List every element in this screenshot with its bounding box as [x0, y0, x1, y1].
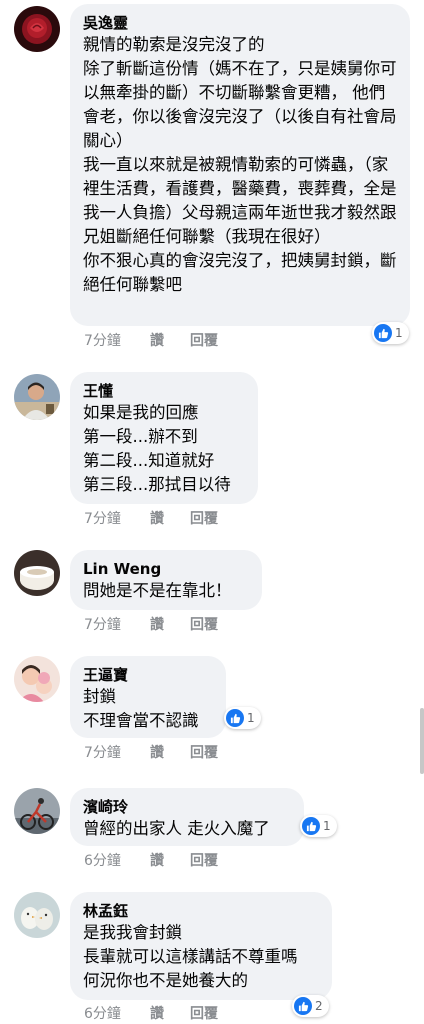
reply-button[interactable]: 回覆	[190, 508, 218, 528]
comment-text: 是我我會封鎖 長輩就可以這樣講話不尊重嗎 何況你也不是她養大的	[83, 923, 298, 990]
man-portrait-avatar-image	[14, 374, 60, 420]
reply-button[interactable]: 回覆	[190, 614, 218, 634]
like-button[interactable]: 讚	[150, 850, 190, 870]
avatar[interactable]	[14, 6, 60, 52]
thumbs-up-icon	[302, 817, 320, 835]
reaction-count[interactable]: 1	[372, 322, 409, 344]
comment-time[interactable]: 7分鐘	[84, 614, 150, 634]
comment-text: 問她是不是在靠北！	[83, 581, 232, 600]
comment-text: 親情的勒索是沒完沒了的 除了斬斷這份情（媽不在了，只是姨舅你可以無牽掛的斷）不切…	[83, 35, 397, 294]
reaction-count-label: 1	[247, 711, 255, 725]
avatar[interactable]	[14, 374, 60, 420]
comment-actions: 6分鐘 讚 回覆	[84, 1003, 218, 1023]
comment-bubble: Lin Weng 問她是不是在靠北！	[70, 550, 262, 610]
like-button[interactable]: 讚	[150, 614, 190, 634]
comment-bubble: 王逼寶 封鎖 不理會當不認識	[70, 656, 226, 738]
comment-bubble: 濱崎玲 曾經的出家人 走火入魔了	[70, 788, 304, 846]
avatar[interactable]	[14, 788, 60, 834]
like-button[interactable]: 讚	[150, 330, 190, 350]
comment-text: 封鎖 不理會當不認識	[83, 687, 199, 730]
children-avatar-image	[14, 656, 60, 702]
cake-avatar-image	[14, 550, 60, 596]
reply-button[interactable]: 回覆	[190, 1003, 218, 1023]
thumbs-up-icon	[374, 324, 392, 342]
commenter-name[interactable]: 王懂	[83, 381, 246, 401]
comment-time[interactable]: 7分鐘	[84, 742, 150, 762]
comment-actions: 7分鐘 讚 回覆	[84, 742, 218, 762]
comment-time[interactable]: 6分鐘	[84, 850, 150, 870]
reaction-count-label: 2	[315, 999, 323, 1013]
comment-text: 曾經的出家人 走火入魔了	[83, 819, 270, 838]
commenter-name[interactable]: Lin Weng	[83, 559, 250, 579]
comment-bubble: 王懂 如果是我的回應 第一段...辦不到 第二段...知道就好 第三段...那拭…	[70, 372, 258, 504]
scrollbar[interactable]	[420, 708, 424, 774]
comment-text: 如果是我的回應 第一段...辦不到 第二段...知道就好 第三段...那拭目以待	[83, 403, 231, 494]
like-button[interactable]: 讚	[150, 508, 190, 528]
commenter-name[interactable]: 林孟鈺	[83, 901, 320, 921]
reply-button[interactable]: 回覆	[190, 742, 218, 762]
avatar[interactable]	[14, 892, 60, 938]
comment-bubble: 林孟鈺 是我我會封鎖 長輩就可以這樣講話不尊重嗎 何況你也不是她養大的	[70, 892, 332, 1000]
commenter-name[interactable]: 濱崎玲	[83, 797, 292, 817]
reaction-count-label: 1	[323, 819, 331, 833]
comment-time[interactable]: 7分鐘	[84, 508, 150, 528]
cyclist-avatar-image	[14, 788, 60, 834]
reaction-count-label: 1	[395, 326, 403, 340]
avatar[interactable]	[14, 656, 60, 702]
thumbs-up-icon	[226, 709, 244, 727]
commenter-name[interactable]: 吳逸靈	[83, 13, 398, 33]
like-button[interactable]: 讚	[150, 1003, 190, 1023]
birds-avatar-image	[14, 892, 60, 938]
commenter-name[interactable]: 王逼寶	[83, 665, 214, 685]
thumbs-up-icon	[294, 997, 312, 1015]
comment-actions: 7分鐘 讚 回覆	[84, 614, 218, 634]
reaction-count[interactable]: 2	[292, 995, 329, 1017]
comment-bubble: 吳逸靈 親情的勒索是沒完沒了的 除了斬斷這份情（媽不在了，只是姨舅你可以無牽掛的…	[70, 4, 410, 326]
avatar[interactable]	[14, 550, 60, 596]
reaction-count[interactable]: 1	[224, 707, 261, 729]
reaction-count[interactable]: 1	[300, 815, 337, 837]
comment-time[interactable]: 6分鐘	[84, 1003, 150, 1023]
reply-button[interactable]: 回覆	[190, 330, 218, 350]
comment-actions: 7分鐘 讚 回覆	[84, 330, 218, 350]
reply-button[interactable]: 回覆	[190, 850, 218, 870]
comment-actions: 6分鐘 讚 回覆	[84, 850, 218, 870]
like-button[interactable]: 讚	[150, 742, 190, 762]
comment-time[interactable]: 7分鐘	[84, 330, 150, 350]
rose-avatar-image	[14, 6, 60, 52]
comment-actions: 7分鐘 讚 回覆	[84, 508, 218, 528]
